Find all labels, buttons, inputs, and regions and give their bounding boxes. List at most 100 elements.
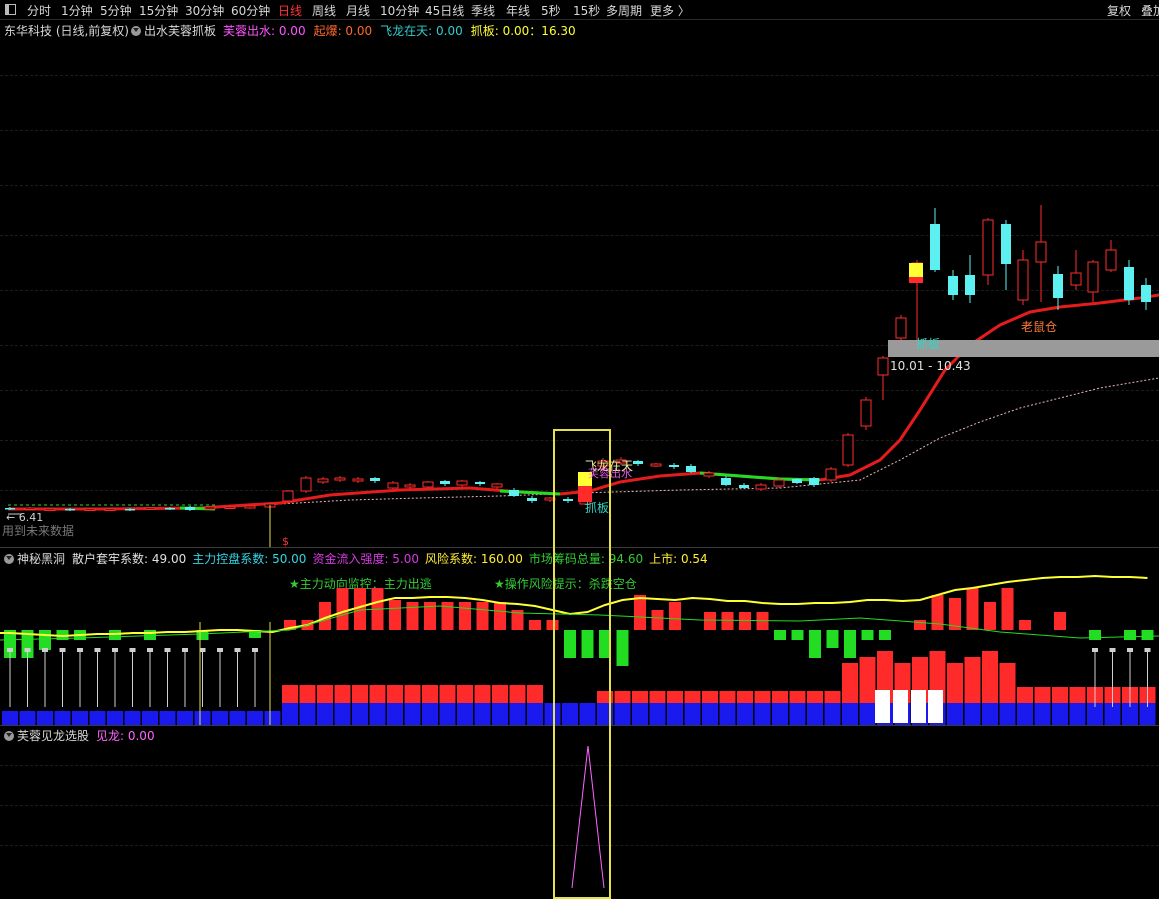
volume-bar-blue <box>842 703 858 725</box>
period-tab-8[interactable]: 月线 <box>346 2 370 19</box>
sub1-values: 散户套牢系数: 49.00 主力控盘系数: 50.00 资金流入强度: 5.00 风险… <box>72 550 714 567</box>
highlight-box <box>553 429 611 899</box>
risk-bar-green <box>1141 630 1154 640</box>
stick-cap <box>129 648 136 652</box>
period-tab-0[interactable]: 分时 <box>27 2 51 19</box>
volume-bar-red <box>317 685 333 703</box>
volume-bar-red <box>807 691 823 703</box>
volume-bar-red <box>492 685 508 703</box>
candle-body <box>809 478 819 485</box>
volume-bar-red <box>702 691 718 703</box>
candle-body <box>1017 259 1029 301</box>
stick-cap <box>182 648 188 652</box>
volume-bar-blue <box>789 703 806 725</box>
candle-body <box>244 505 256 509</box>
volume-bar-blue <box>754 703 771 725</box>
laoshucang-label: 老鼠仓 <box>1021 320 1058 334</box>
candle-body <box>773 479 785 487</box>
candle-body <box>440 481 450 484</box>
candle-body <box>877 357 889 376</box>
volume-bar-red <box>299 685 316 703</box>
period-tab-11[interactable]: 季线 <box>471 2 495 19</box>
risk-bar-green <box>616 630 629 666</box>
period-tab-15[interactable]: 多周期 <box>606 2 642 19</box>
volume-bar-blue <box>667 703 683 725</box>
risk-bar-red <box>476 602 489 630</box>
volume-bar-red <box>527 685 543 703</box>
period-tab-12[interactable]: 年线 <box>506 2 530 19</box>
risk-bar-green <box>826 630 839 648</box>
risk-bar-red <box>494 602 506 630</box>
volume-bar-red <box>334 685 351 703</box>
period-tab-3[interactable]: 15分钟 <box>139 2 178 19</box>
volume-bar-red <box>754 691 771 703</box>
volume-bar-red <box>667 691 683 703</box>
volume-bar-red <box>719 691 736 703</box>
risk-bar-red <box>1019 620 1031 630</box>
risk-bar-red <box>721 612 734 630</box>
risk-bar-green <box>861 630 874 640</box>
volume-bar-blue <box>177 711 193 725</box>
fuquan-button[interactable]: 复权 <box>1107 2 1131 19</box>
volume-bar-blue <box>387 703 403 725</box>
volume-bar-red <box>439 685 456 703</box>
period-tab-14[interactable]: 15秒 <box>573 2 600 19</box>
stick-cap <box>217 648 223 652</box>
candle-body <box>24 507 36 510</box>
volume-bar-blue <box>439 703 456 725</box>
volume-bar-red <box>369 685 386 703</box>
period-tab-6[interactable]: 日线 <box>278 2 302 19</box>
stick-cap <box>1092 648 1098 652</box>
sub1-menu-icon[interactable] <box>4 554 14 564</box>
period-tab-13[interactable]: 5秒 <box>541 2 561 19</box>
stick-cap <box>1127 648 1133 652</box>
volume-bar-blue <box>334 703 351 725</box>
period-tab-7[interactable]: 周线 <box>312 2 336 19</box>
risk-bar-red <box>459 602 471 630</box>
sub1-title[interactable]: 神秘黑洞 <box>4 550 65 567</box>
volume-bar-blue <box>72 711 88 725</box>
volume-bar-red <box>947 663 963 703</box>
candle-body <box>1105 249 1117 271</box>
stick-cap <box>234 648 241 652</box>
period-tab-16[interactable]: 更多 〉 <box>650 2 690 19</box>
period-tab-2[interactable]: 5分钟 <box>100 2 132 19</box>
candle-body <box>860 399 872 427</box>
stick-cap <box>252 648 258 652</box>
volume-bar-blue <box>737 703 753 725</box>
stick-cap <box>77 648 83 652</box>
candle-body <box>703 472 715 477</box>
stick-cap <box>24 648 31 652</box>
overlay-button[interactable]: 叠加 <box>1141 2 1159 19</box>
period-tab-10[interactable]: 45日线 <box>425 2 464 19</box>
volume-bar-red <box>509 685 526 703</box>
stick-cap <box>42 648 48 652</box>
volume-bar-blue <box>89 711 106 725</box>
candle-body <box>44 508 56 511</box>
volume-bar-red <box>859 657 876 703</box>
candle-body <box>1124 267 1134 300</box>
candle-body <box>165 508 175 510</box>
volume-bar-blue <box>1017 703 1033 725</box>
period-tab-9[interactable]: 10分钟 <box>380 2 419 19</box>
window-toggle-icon[interactable] <box>5 4 16 15</box>
candle-body <box>282 490 294 502</box>
risk-bar-green <box>1124 630 1136 640</box>
risk-bar-red <box>1001 588 1014 630</box>
stick-cap <box>7 648 13 652</box>
sub1-items-item-2: 资金流入强度: 5.00 <box>312 552 420 566</box>
candle-body <box>224 506 236 509</box>
sub1-items-item-0: 散户套牢系数: 49.00 <box>72 552 187 566</box>
risk-bar-red <box>1054 612 1066 630</box>
white-block <box>893 690 908 723</box>
candle-body <box>422 481 434 488</box>
volume-bar-red <box>457 685 473 703</box>
candle-body <box>1087 261 1099 293</box>
white-block <box>875 690 890 723</box>
period-tab-5[interactable]: 60分钟 <box>231 2 270 19</box>
period-tab-1[interactable]: 1分钟 <box>61 2 93 19</box>
risk-bar-green <box>879 630 891 640</box>
period-tab-4[interactable]: 30分钟 <box>185 2 224 19</box>
stick-cap <box>147 648 153 652</box>
stick-cap <box>1144 648 1151 652</box>
